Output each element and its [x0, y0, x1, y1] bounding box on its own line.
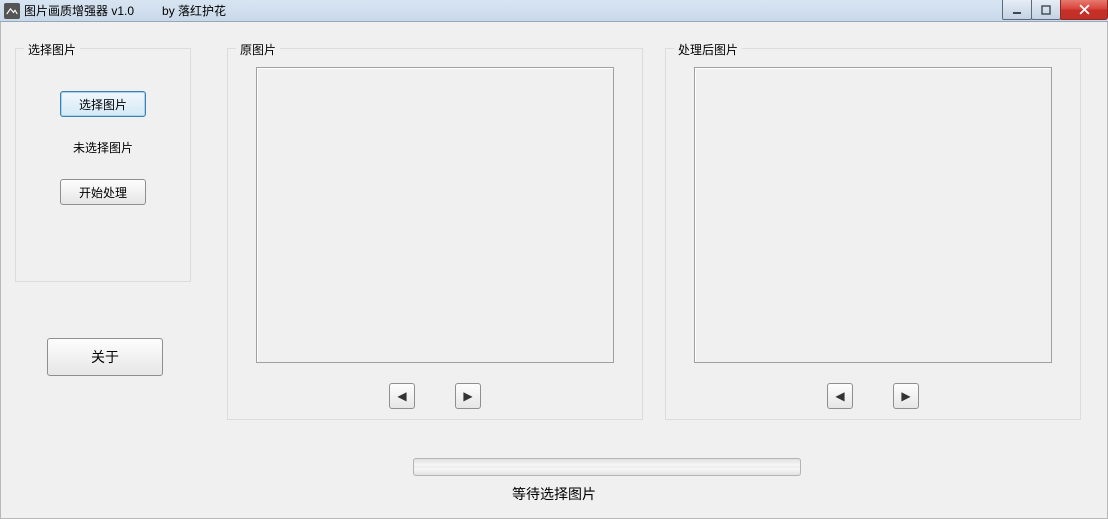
arrow-right-icon: ▶ [901, 389, 910, 403]
start-process-button[interactable]: 开始处理 [60, 179, 146, 205]
original-image-well [256, 67, 614, 363]
window-controls [1003, 0, 1108, 20]
original-next-button[interactable]: ▶ [455, 383, 481, 409]
status-label: 等待选择图片 [1, 484, 1107, 504]
original-image-group: 原图片 ◀ ▶ [227, 48, 643, 420]
select-image-group: 选择图片 选择图片 未选择图片 开始处理 [15, 48, 191, 282]
titlebar: 图片画质增强器 v1.0 by 落红护花 [0, 0, 1108, 22]
processed-image-group-label: 处理后图片 [674, 41, 742, 58]
processed-arrow-row: ◀ ▶ [666, 383, 1080, 409]
maximize-button[interactable] [1031, 0, 1061, 20]
progress-bar [413, 458, 801, 476]
processed-next-button[interactable]: ▶ [893, 383, 919, 409]
no-selection-label: 未选择图片 [16, 139, 190, 156]
select-image-group-label: 选择图片 [24, 41, 80, 58]
processed-image-group: 处理后图片 ◀ ▶ [665, 48, 1081, 420]
about-button[interactable]: 关于 [47, 338, 163, 376]
window-author: by 落红护花 [162, 2, 226, 19]
arrow-left-icon: ◀ [835, 389, 844, 403]
original-image-group-label: 原图片 [236, 41, 280, 58]
arrow-left-icon: ◀ [397, 389, 406, 403]
close-button[interactable] [1060, 0, 1108, 20]
minimize-button[interactable] [1002, 0, 1032, 20]
original-prev-button[interactable]: ◀ [389, 383, 415, 409]
select-image-button[interactable]: 选择图片 [60, 91, 146, 117]
client-area: 选择图片 选择图片 未选择图片 开始处理 关于 原图片 ◀ ▶ 处理后图片 ◀ … [0, 22, 1108, 519]
window-title: 图片画质增强器 v1.0 [24, 2, 134, 19]
processed-prev-button[interactable]: ◀ [827, 383, 853, 409]
arrow-right-icon: ▶ [463, 389, 472, 403]
app-icon [4, 3, 20, 19]
processed-image-well [694, 67, 1052, 363]
original-arrow-row: ◀ ▶ [228, 383, 642, 409]
